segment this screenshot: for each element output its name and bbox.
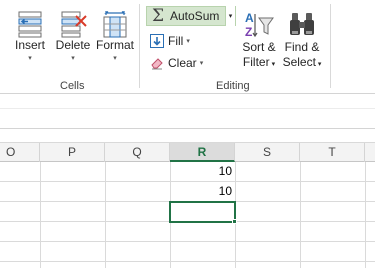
autosum-label: AutoSum [170, 9, 220, 23]
clear-label: Clear [168, 56, 197, 70]
insert-cells-icon [18, 11, 42, 38]
column-header-r[interactable]: R [170, 143, 235, 162]
svg-text:A: A [245, 11, 254, 25]
find-select-button[interactable]: Find & Select ▾ [280, 10, 324, 72]
eraser-icon [151, 58, 163, 70]
autosum-button[interactable]: Σ AutoSum ▾ [146, 6, 236, 26]
chevron-down-icon: ▾ [113, 55, 117, 62]
find-select-label-line1: Find & [284, 40, 320, 54]
column-header-p[interactable]: P [40, 143, 105, 162]
gridline [300, 162, 301, 268]
insert-button[interactable]: Insert ▾ [10, 10, 50, 64]
chevron-down-icon: ▾ [28, 55, 32, 62]
gridline [40, 162, 41, 268]
ribbon: Insert ▾ Delete ▾ Format ▾ Cells Σ AutoS… [0, 0, 375, 94]
divider [0, 108, 375, 109]
group-separator [330, 4, 331, 88]
gridline [0, 241, 375, 242]
column-header-o[interactable]: O [0, 143, 40, 162]
sort-filter-label-line2: Filter [242, 55, 270, 69]
chevron-down-icon: ▾ [199, 60, 204, 67]
sort-filter-button[interactable]: A Z Sort & Filter ▾ [240, 10, 278, 72]
format-cells-icon [103, 11, 127, 38]
cells-group-label: Cells [60, 80, 85, 92]
fill-label: Fill [168, 34, 184, 48]
delete-label: Delete [55, 38, 91, 52]
format-button[interactable]: Format ▾ [94, 10, 136, 64]
sort-filter-icon: A Z [245, 11, 274, 39]
clear-button[interactable]: Clear ▾ [150, 53, 203, 73]
column-header-q[interactable]: Q [105, 143, 170, 162]
active-cell-selection[interactable] [169, 201, 236, 223]
cell-r-value[interactable]: 10 [171, 162, 232, 181]
column-header-t[interactable]: T [300, 143, 365, 162]
chevron-down-icon: ▾ [71, 55, 75, 62]
cell-r-value[interactable]: 10 [171, 182, 232, 201]
worksheet-grid[interactable]: 10 10 [0, 162, 375, 268]
group-separator [139, 4, 140, 88]
delete-button[interactable]: Delete ▾ [54, 10, 92, 64]
fill-down-icon [150, 34, 164, 48]
fill-handle[interactable] [232, 219, 237, 224]
binoculars-icon [290, 13, 314, 35]
chevron-down-icon: ▾ [228, 13, 233, 20]
autosum-dropdown[interactable]: ▾ [225, 6, 235, 26]
gridline [365, 162, 366, 268]
delete-cells-icon [61, 11, 87, 38]
insert-label: Insert [14, 38, 45, 52]
editing-group-label: Editing [216, 80, 250, 92]
gridline [0, 261, 375, 262]
sort-filter-label-line1: Sort & [242, 40, 276, 54]
column-headers: O P Q R S T [0, 142, 375, 162]
chevron-down-icon: ▾ [186, 38, 190, 45]
fill-button[interactable]: Fill ▾ [150, 31, 190, 51]
formula-bar-area[interactable] [0, 95, 375, 129]
svg-text:Z: Z [245, 25, 252, 39]
chevron-down-icon: ▾ [271, 61, 276, 68]
gridline [105, 162, 106, 268]
chevron-down-icon: ▾ [317, 61, 322, 68]
sigma-icon: Σ [151, 6, 165, 26]
column-header-s[interactable]: S [235, 143, 300, 162]
format-label: Format [95, 38, 134, 52]
find-select-label-line2: Select [282, 55, 316, 69]
